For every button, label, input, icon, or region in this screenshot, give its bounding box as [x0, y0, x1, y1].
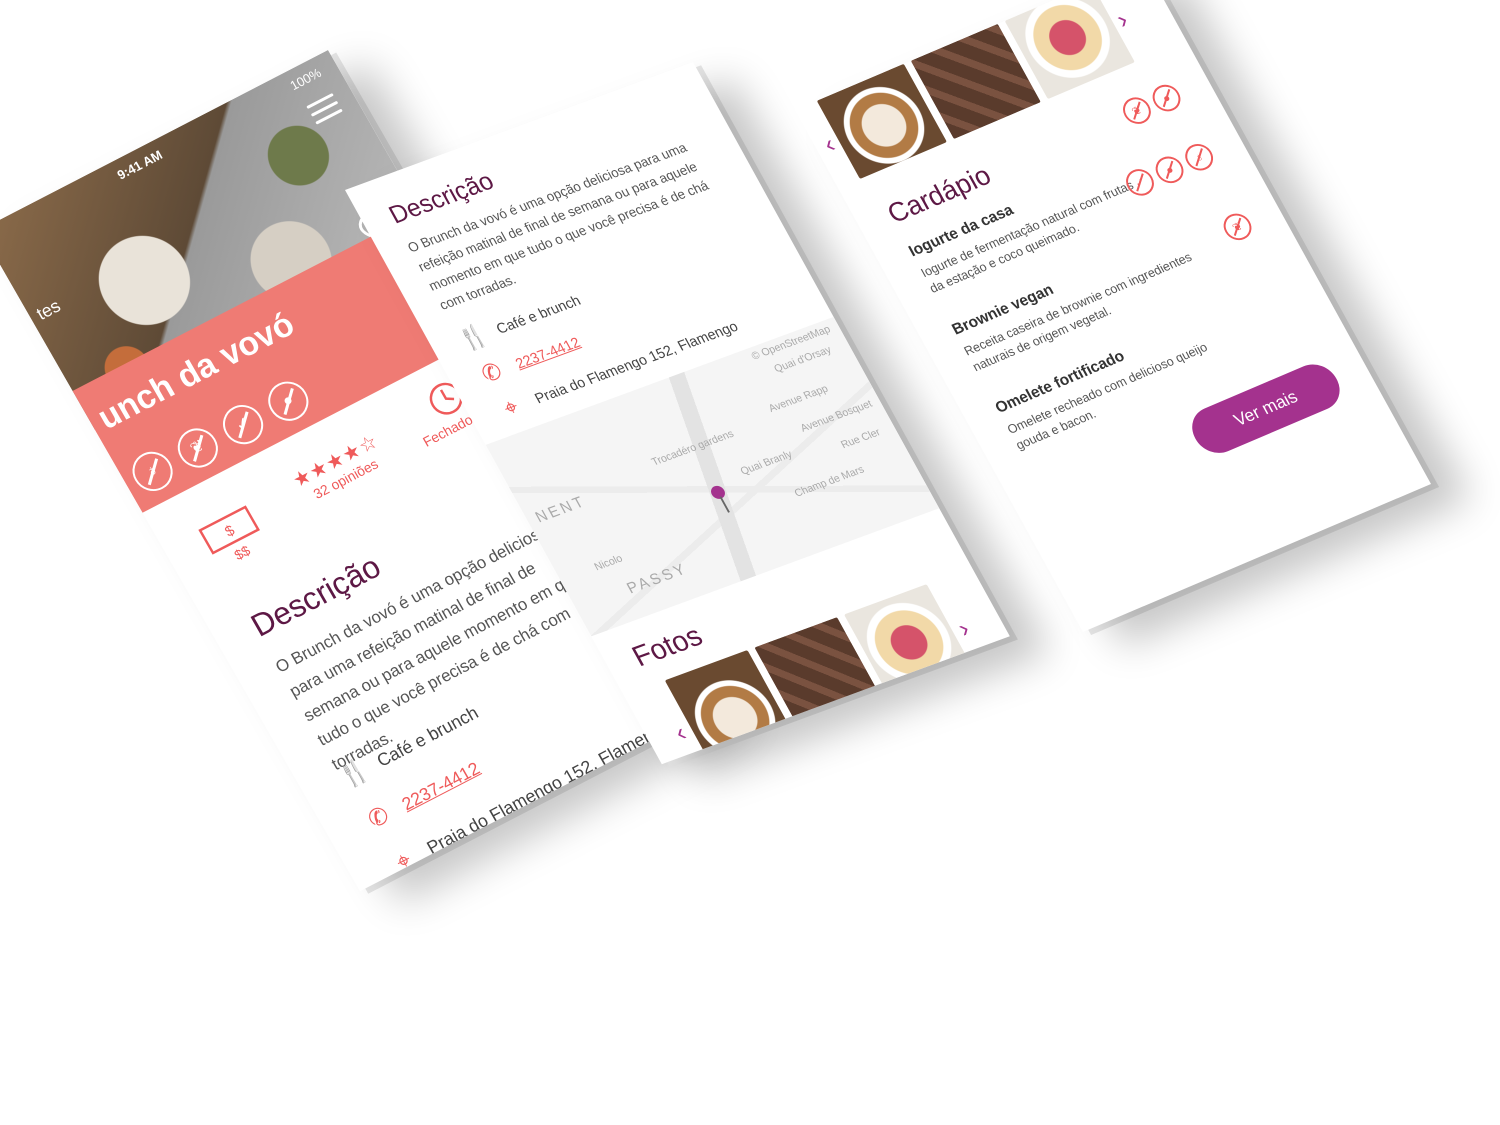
rating-info[interactable]: ★★★★☆ 32 opiniões: [288, 429, 391, 507]
photo-pancake[interactable]: [843, 584, 980, 711]
map-label: NENT: [532, 493, 590, 527]
map-label: Trocadéro gardens: [649, 428, 737, 469]
location-pin-icon: ⌖: [498, 393, 524, 422]
svg-text:$: $: [222, 522, 238, 540]
map-label: Rue Cler: [839, 426, 883, 451]
map-label: Nicolo: [592, 552, 625, 574]
status-bar: 9:41 AM 100%: [0, 57, 341, 253]
vegetarian-icon: ✓: [215, 398, 271, 452]
map-label: PASSY: [624, 560, 691, 598]
no-dairy-icon: ♁: [125, 445, 180, 498]
map-label: Champ de Mars: [792, 463, 867, 500]
map-label: Avenue Bosquet: [798, 398, 875, 435]
price-info: $ $$: [197, 504, 270, 572]
map-label: Avenue Rapp: [766, 383, 831, 415]
no-gluten-icon: ❦: [170, 421, 226, 475]
phone-link[interactable]: 2237-4412: [513, 334, 584, 372]
location-pin-icon: ⌖: [391, 846, 417, 877]
menu-diet-icons: ❦ ●: [1118, 80, 1186, 129]
no-gluten-icon: ❦: [1118, 93, 1156, 129]
status-time: 9:41 AM: [114, 147, 165, 183]
status-battery: 100%: [287, 65, 324, 94]
no-egg-icon: ●: [260, 374, 316, 428]
photo-strip: [664, 584, 980, 765]
plate-cutlery-icon: 🍴: [454, 321, 494, 355]
back-link[interactable]: tes: [33, 296, 64, 325]
map-label: Quai Branly: [738, 448, 795, 478]
no-egg-icon: ●: [1147, 80, 1186, 116]
phone-icon: ✆: [363, 801, 395, 835]
hamburger-menu-icon[interactable]: [306, 92, 343, 126]
phone-icon: ✆: [476, 358, 508, 388]
map-pin-icon[interactable]: [708, 484, 728, 501]
phone-link[interactable]: 2237-4412: [398, 758, 483, 815]
